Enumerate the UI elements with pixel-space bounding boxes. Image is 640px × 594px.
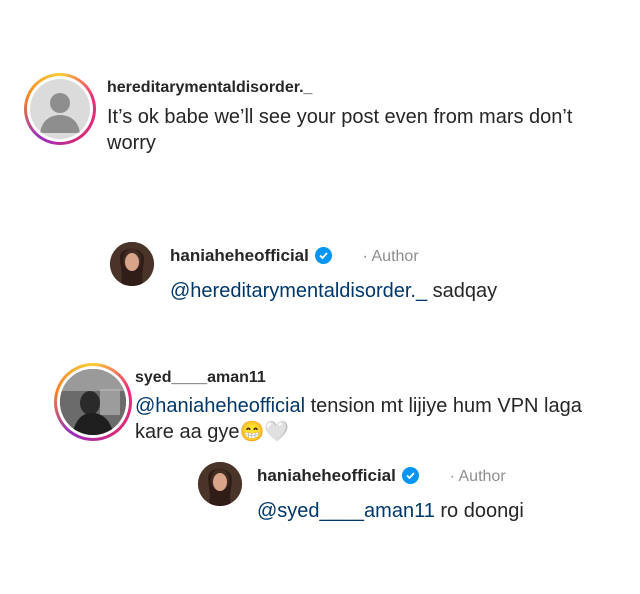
comment-username[interactable]: hereditarymentaldisorder._ (107, 79, 312, 97)
avatar-hereditary[interactable] (24, 73, 96, 145)
profile-photo-icon (110, 242, 154, 286)
mention-link[interactable]: @hereditarymentaldisorder._ (170, 280, 427, 302)
comment-syed: syed____aman11 @haniaheheofficial tensio… (0, 355, 640, 455)
mention-link[interactable]: @syed____aman11 (257, 500, 435, 522)
profile-photo-icon (60, 369, 126, 435)
avatar-hania[interactable] (110, 242, 154, 286)
avatar-ring-inner (57, 366, 129, 438)
verified-badge-icon (314, 246, 332, 264)
avatar-hania[interactable] (198, 462, 242, 506)
grin-emoji-icon: 😁 (239, 421, 265, 443)
comment-text: It’s ok babe we’ll see your post even fr… (107, 106, 573, 154)
reply-hania-2: haniaheheofficial · Author @syed____aman… (0, 450, 640, 540)
white-heart-emoji-icon: 🤍 (264, 421, 290, 443)
reply-header: haniaheheofficial · Author (170, 246, 419, 266)
reply-text: @syed____aman11 ro doongi (257, 498, 524, 524)
reply-header: haniaheheofficial · Author (257, 466, 506, 486)
reply-username[interactable]: haniaheheofficial (170, 246, 309, 265)
reply-message: ro doongi (434, 500, 524, 522)
reply-message: sadqay (427, 280, 498, 302)
comment-hereditary: hereditarymentaldisorder._ It’s ok babe … (0, 0, 640, 170)
author-label: · Author (449, 468, 506, 485)
reply-text: @hereditarymentaldisorder._ sadqay (170, 278, 497, 304)
reply-username[interactable]: haniaheheofficial (257, 466, 396, 485)
comment-username[interactable]: syed____aman11 (135, 369, 266, 387)
avatar-ring-inner (27, 76, 93, 142)
verified-badge-icon (401, 466, 419, 484)
comment-text: @haniaheheofficial tension mt lijiye hum… (135, 393, 615, 445)
default-profile-icon (30, 79, 90, 139)
author-label: · Author (362, 248, 419, 265)
mention-link[interactable]: @haniaheheofficial (135, 395, 305, 417)
avatar-syed[interactable] (54, 363, 132, 441)
reply-hania-1: haniaheheofficial · Author @hereditaryme… (0, 230, 640, 320)
profile-photo-icon (198, 462, 242, 506)
